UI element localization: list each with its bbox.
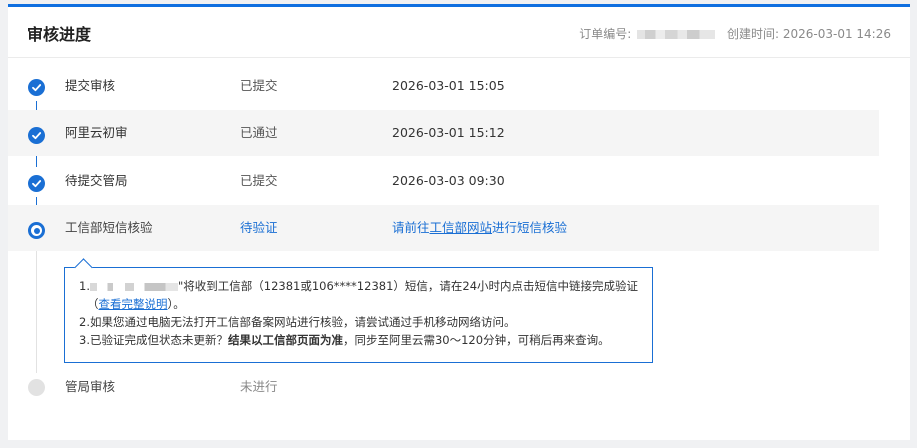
check-circle-icon bbox=[28, 175, 45, 192]
step-row-submit-bureau: 待提交管局 已提交 2026-03-03 09:30 bbox=[8, 158, 879, 204]
step-time: 2026-03-01 15:05 bbox=[392, 78, 505, 93]
step-row-sms-verify: 工信部短信核验 待验证 请前往工信部网站进行短信核验 bbox=[8, 205, 879, 251]
created-time-label: 创建时间: bbox=[726, 27, 780, 41]
verify-suffix: 进行短信核验 bbox=[492, 220, 568, 235]
timeline-connector bbox=[36, 245, 37, 373]
step-name: 阿里云初审 bbox=[65, 125, 128, 140]
check-circle-icon bbox=[28, 127, 45, 144]
tip-line-2: 2.如果您通过电脑无法打开工信部备案网站进行核验，请尝试通过手机移动网络访问。 bbox=[79, 315, 516, 329]
tip-line-3: 3.已验证完成但状态未更新？结果以工信部页面为准，同步至阿里云需30～120分钟… bbox=[79, 333, 610, 347]
tip-line-1b: （查看完整说明）。 bbox=[87, 297, 185, 311]
step-status: 已提交 bbox=[240, 173, 278, 188]
pending-step-icon bbox=[28, 379, 45, 396]
verify-instruction: 请前往工信部网站进行短信核验 bbox=[392, 205, 567, 251]
page-title: 审核进度 bbox=[27, 25, 92, 44]
step-name: 提交审核 bbox=[65, 78, 116, 93]
step-status: 已通过 bbox=[240, 125, 278, 140]
tip-line-1: 1. "将收到工信部（12381或106****12381）短信，请在24小时内点… bbox=[79, 279, 639, 293]
verify-prefix: 请前往 bbox=[392, 220, 430, 235]
step-time: 2026-03-03 09:30 bbox=[392, 173, 505, 188]
masked-phone bbox=[89, 282, 178, 291]
current-step-icon bbox=[28, 222, 45, 239]
sms-verify-tip: 1. "将收到工信部（12381或106****12381）短信，请在24小时内点… bbox=[64, 267, 653, 363]
order-number-label: 订单编号: bbox=[579, 27, 632, 41]
review-progress-panel: 审核进度 订单编号: 创建时间: 2026-03-01 14:26 提交审核 已… bbox=[8, 4, 910, 440]
full-instructions-link[interactable]: 查看完整说明 bbox=[99, 297, 168, 311]
miit-website-link[interactable]: 工信部网站 bbox=[430, 220, 493, 235]
order-number-masked bbox=[637, 30, 716, 39]
step-row-submit: 提交审核 已提交 2026-03-01 15:05 bbox=[8, 63, 879, 109]
step-time: 2026-03-01 15:12 bbox=[392, 125, 505, 140]
step-name: 工信部短信核验 bbox=[65, 220, 153, 235]
step-name: 管局审核 bbox=[65, 379, 116, 394]
step-status: 未进行 bbox=[240, 379, 278, 394]
step-row-initial-review: 阿里云初审 已通过 2026-03-01 15:12 bbox=[8, 110, 879, 156]
step-status: 待验证 bbox=[240, 220, 278, 235]
created-time-value: 2026-03-01 14:26 bbox=[782, 27, 891, 41]
step-name: 待提交管局 bbox=[65, 173, 128, 188]
order-meta: 订单编号: 创建时间: 2026-03-01 14:26 bbox=[579, 25, 891, 42]
check-circle-icon bbox=[28, 79, 45, 96]
step-status: 已提交 bbox=[240, 78, 278, 93]
panel-header: 审核进度 订单编号: 创建时间: 2026-03-01 14:26 bbox=[8, 7, 910, 58]
step-row-bureau-review: 管局审核 未进行 bbox=[8, 364, 879, 410]
